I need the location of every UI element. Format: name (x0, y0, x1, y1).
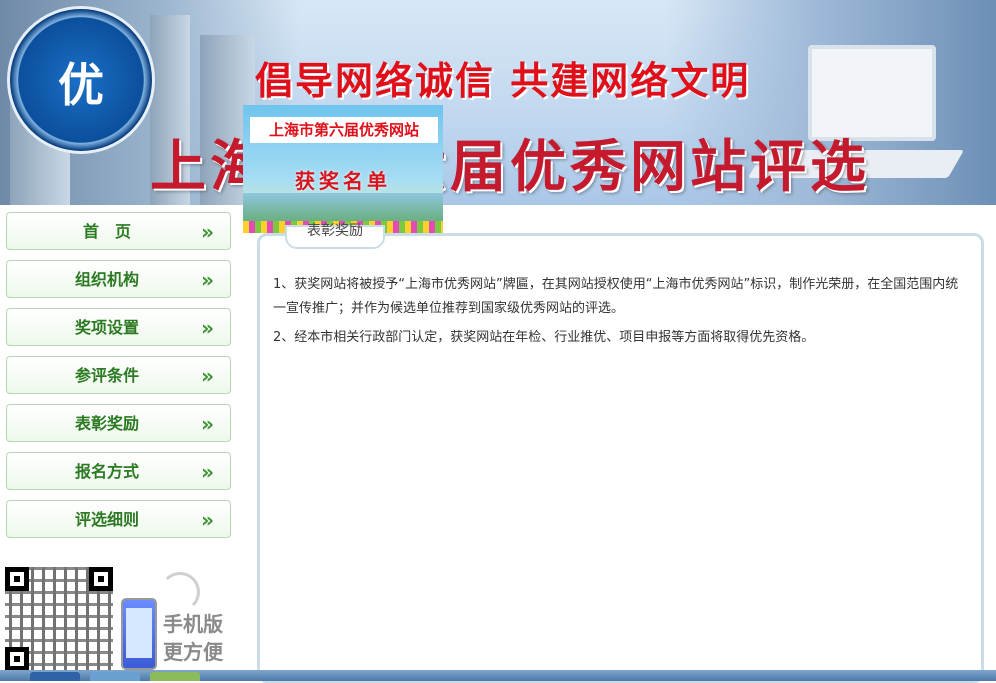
mobile-phone-icon (121, 598, 157, 670)
nav-item-organization[interactable]: 组织机构 » (6, 260, 231, 298)
double-chevron-right-icon: » (201, 508, 214, 532)
taskbar-app-icon[interactable] (30, 672, 80, 681)
content-paragraph: 2、经本市相关行政部门认定，获奖网站在年检、行业推优、项目申报等方面将取得优先资… (273, 330, 815, 345)
popup-title: 上海市第六届优秀网站 (250, 117, 438, 143)
double-chevron-right-icon: » (201, 364, 214, 388)
qr-code-image[interactable] (5, 567, 113, 671)
content-paragraph: 1、获奖网站将被授予“上海市优秀网站”牌匾，在其网站授权使用“上海市优秀网站”标… (273, 277, 959, 316)
nav-item-eligibility[interactable]: 参评条件 » (6, 356, 231, 394)
emblem-character: 优 (58, 58, 104, 112)
double-chevron-right-icon: » (201, 460, 214, 484)
taskbar-browser-icon[interactable] (90, 672, 140, 681)
qr-finder-pattern (5, 567, 29, 591)
banner-slogan: 倡导网络诚信 共建网络文明 (255, 59, 751, 103)
double-chevron-right-icon: » (201, 412, 214, 436)
section-title: 表彰奖励 (307, 223, 363, 239)
phone-screen (126, 608, 152, 658)
nav-item-label: 组织机构 (74, 270, 139, 289)
qr-finder-pattern (5, 647, 29, 671)
nav-item-registration[interactable]: 报名方式 » (6, 452, 231, 490)
mobile-promo-line2: 更方便 (163, 640, 223, 664)
nav-item-label: 参评条件 (74, 366, 139, 385)
header-banner: 优 倡导网络诚信 共建网络文明 上海市第六届优秀网站评选 (0, 0, 996, 205)
nav-item-home[interactable]: 首 页 » (6, 212, 231, 250)
content-section-tab: 表彰奖励 (285, 223, 385, 249)
mobile-version-promo[interactable]: 手机版 更方便 (163, 610, 235, 666)
signal-wave-icon (160, 572, 200, 612)
nav-item-label: 首 页 (82, 222, 131, 241)
double-chevron-right-icon: » (201, 220, 214, 244)
award-emblem-logo: 优 (7, 6, 155, 154)
popup-subtitle: 获奖名单 (295, 169, 391, 193)
double-chevron-right-icon: » (201, 316, 214, 340)
nav-item-rules[interactable]: 评选细则 » (6, 500, 231, 538)
nav-item-label: 奖项设置 (74, 318, 139, 337)
qr-finder-pattern (89, 567, 113, 591)
nav-item-label: 评选细则 (74, 510, 139, 529)
nav-item-awards[interactable]: 奖项设置 » (6, 308, 231, 346)
winners-list-popup[interactable]: 上海市第六届优秀网站 获奖名单 (243, 105, 443, 233)
nav-item-label: 报名方式 (74, 462, 139, 481)
double-chevron-right-icon: » (201, 268, 214, 292)
mobile-promo-line1: 手机版 (163, 612, 223, 636)
nav-item-label: 表彰奖励 (74, 414, 139, 433)
taskbar-app-icon[interactable] (150, 672, 200, 681)
nav-item-commendation[interactable]: 表彰奖励 » (6, 404, 231, 442)
